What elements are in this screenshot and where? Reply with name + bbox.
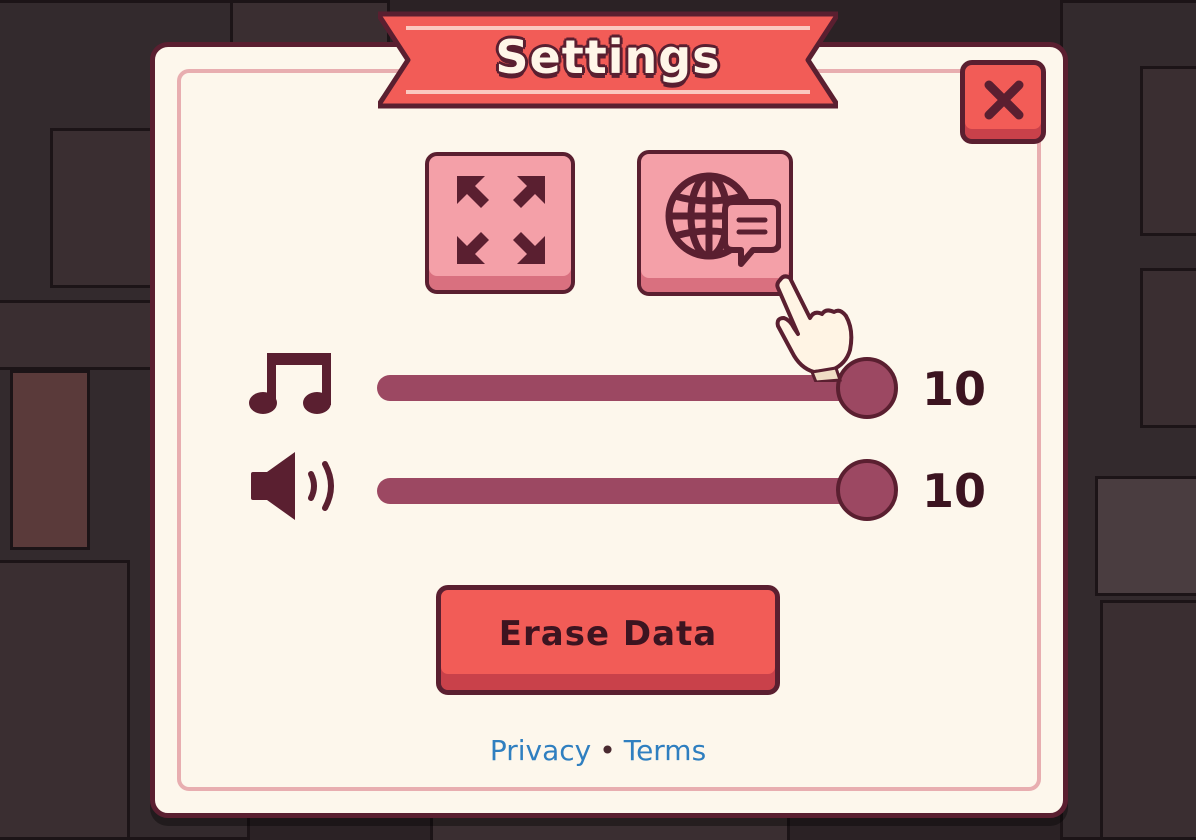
fullscreen-arrows-icon bbox=[457, 176, 545, 264]
erase-data-label: Erase Data bbox=[498, 614, 718, 654]
globe-chat-icon bbox=[665, 172, 781, 267]
privacy-link[interactable]: Privacy bbox=[490, 734, 591, 767]
fullscreen-button[interactable] bbox=[425, 152, 575, 294]
sound-volume-value: 10 bbox=[922, 464, 987, 518]
close-icon bbox=[984, 80, 1024, 120]
link-separator: • bbox=[599, 734, 616, 767]
sound-slider-knob[interactable] bbox=[836, 459, 898, 521]
pointer-hand-icon bbox=[775, 274, 854, 382]
close-button[interactable] bbox=[960, 60, 1046, 144]
sound-slider-track[interactable] bbox=[377, 478, 867, 504]
title-ribbon: Settings bbox=[375, 6, 841, 114]
terms-link[interactable]: Terms bbox=[624, 734, 706, 767]
page-title: Settings bbox=[495, 30, 721, 84]
speaker-icon bbox=[251, 452, 334, 520]
settings-dialog bbox=[150, 42, 1068, 818]
music-note-icon bbox=[249, 353, 331, 414]
legal-links: Privacy • Terms bbox=[0, 734, 1196, 767]
erase-data-button[interactable]: Erase Data bbox=[436, 585, 780, 695]
music-volume-value: 10 bbox=[922, 362, 987, 416]
